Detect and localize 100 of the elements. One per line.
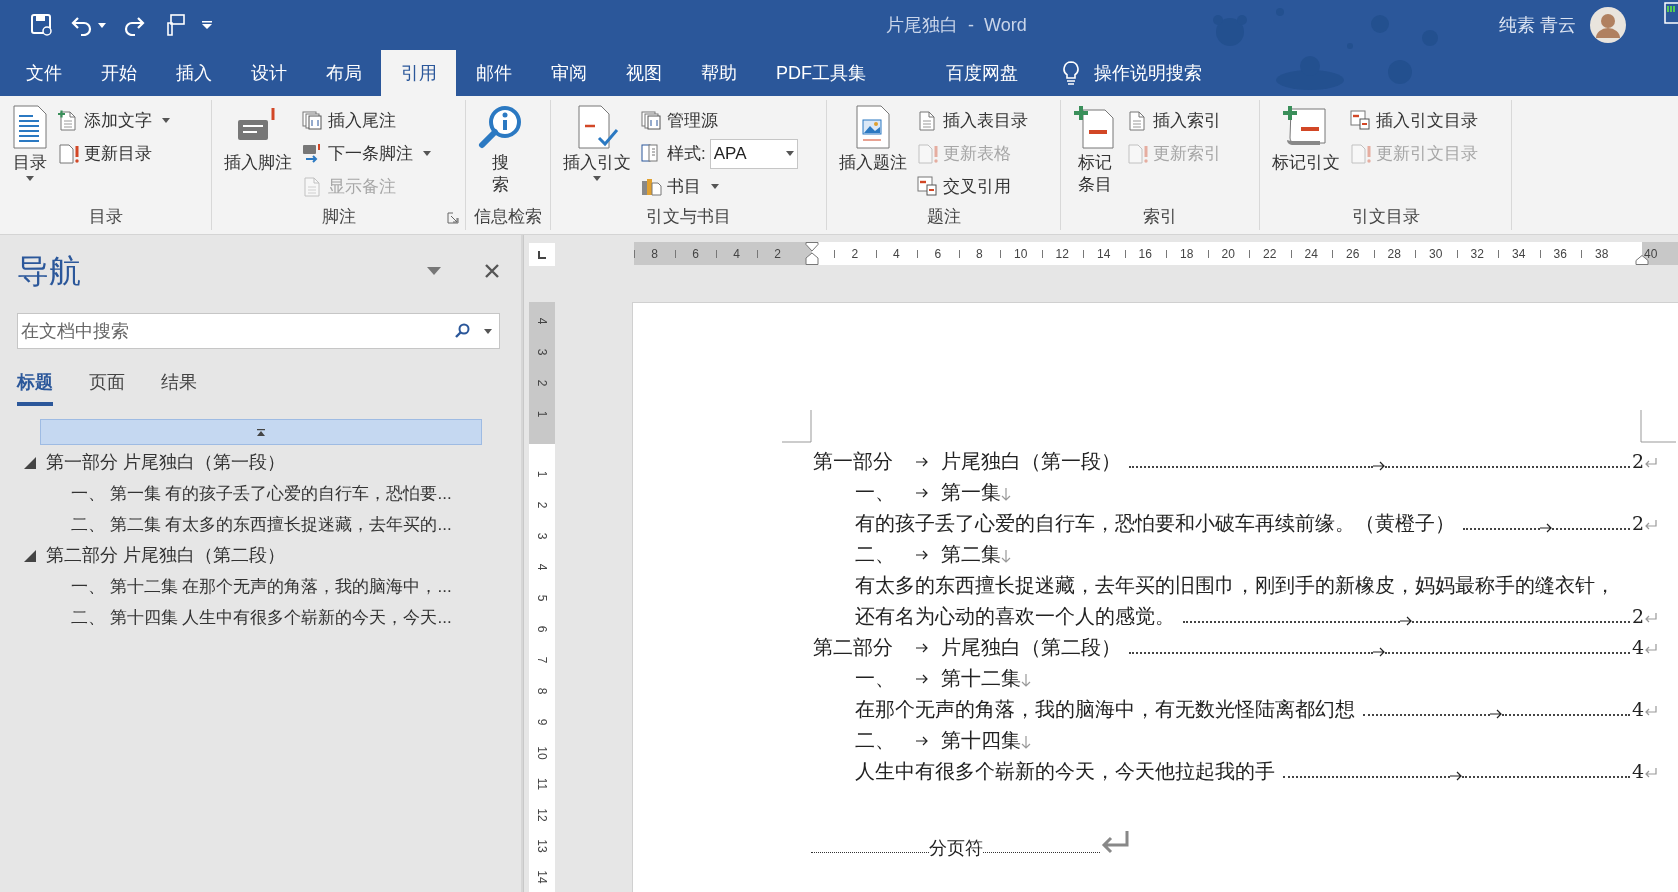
ruler-number: 2 bbox=[774, 245, 781, 263]
avatar[interactable] bbox=[1590, 7, 1626, 43]
save-icon[interactable] bbox=[30, 13, 54, 37]
large-ribbon-button[interactable]: 插入引文 bbox=[561, 104, 633, 181]
tab-mark-icon bbox=[1400, 615, 1413, 627]
ribbon-tab[interactable]: 百度网盘 bbox=[926, 50, 1038, 96]
large-ribbon-button[interactable]: 插入题注 bbox=[837, 104, 909, 174]
large-ribbon-button[interactable]: 目录 bbox=[10, 104, 50, 181]
ribbon-tab[interactable]: 布局 bbox=[306, 50, 381, 96]
ribbon-button[interactable]: 更新目录 bbox=[58, 137, 170, 170]
page-number: 4 bbox=[1631, 697, 1644, 722]
pane-tab[interactable]: 页面 bbox=[89, 369, 125, 406]
toc-heading: 第十四集 bbox=[941, 727, 1021, 754]
toc-heading: 第一集 bbox=[941, 479, 1001, 506]
tell-me-search[interactable]: 操作说明搜索 bbox=[1094, 59, 1202, 87]
page-number: 4 bbox=[1631, 635, 1644, 660]
dropdown-caret-icon[interactable] bbox=[427, 267, 441, 275]
ribbon-tab[interactable]: 插入 bbox=[156, 50, 231, 96]
ruler-number: 3 bbox=[536, 532, 548, 539]
ruler-number: 5 bbox=[536, 594, 548, 601]
ribbon-tab[interactable]: 审阅 bbox=[531, 50, 606, 96]
expand-triangle-icon[interactable] bbox=[24, 549, 36, 562]
ribbon-tab[interactable]: 文件 bbox=[6, 50, 81, 96]
ruler-number: 8 bbox=[651, 245, 658, 263]
toc-number: 二、 bbox=[855, 727, 896, 754]
ruler-number: 12 bbox=[1055, 245, 1069, 263]
ribbon-button[interactable]: 书目 bbox=[641, 170, 798, 203]
toc-entry: 还有名为心动的喜欢一个人的感觉。 bbox=[855, 603, 1175, 630]
heading-item[interactable]: 二、 第二集 有太多的东西擅长捉迷藏，去年买的... bbox=[71, 511, 452, 538]
toc-number: 第一部分 bbox=[813, 448, 894, 475]
large-ribbon-button[interactable]: 标记引文 bbox=[1270, 104, 1342, 174]
ribbon-button[interactable]: 管理源 bbox=[641, 104, 798, 137]
tab-mark-icon bbox=[916, 487, 928, 499]
redo-icon[interactable] bbox=[122, 14, 146, 36]
search-icon[interactable] bbox=[454, 323, 470, 339]
indent-marker-icon[interactable] bbox=[805, 242, 819, 265]
ruler-number: 38 bbox=[1595, 245, 1609, 263]
close-icon[interactable] bbox=[485, 264, 499, 278]
tab-mark-icon bbox=[1450, 770, 1463, 782]
ribbon-button[interactable]: 插入引文目录 bbox=[1350, 104, 1478, 137]
heading-item[interactable]: 一、 第十二集 在那个无声的角落，我的脑海中，... bbox=[71, 573, 452, 600]
ribbon-button[interactable]: 插入表目录 bbox=[917, 104, 1028, 137]
pane-title: 导航 bbox=[17, 252, 81, 291]
ruler-number: 10 bbox=[1014, 245, 1028, 263]
ruler-number: 20 bbox=[1221, 245, 1235, 263]
undo-icon[interactable] bbox=[70, 14, 94, 36]
corner-mark bbox=[782, 410, 812, 443]
heading-item[interactable]: 一、 第一集 有的孩子丢了心爱的自行车，恐怕要... bbox=[71, 480, 452, 507]
ruler-number: 30 bbox=[1429, 245, 1443, 263]
ruler-number: 14 bbox=[536, 869, 548, 884]
paragraph-mark-icon bbox=[1644, 643, 1658, 655]
ribbon-tab[interactable]: 帮助 bbox=[681, 50, 756, 96]
pane-tab[interactable]: 标题 bbox=[17, 369, 53, 406]
heading-item[interactable]: 第二部分 片尾独白（第二段） bbox=[46, 542, 285, 569]
heading-item[interactable]: 第一部分 片尾独白（第一段） bbox=[46, 449, 285, 476]
caret-icon[interactable] bbox=[484, 329, 492, 334]
style-dropdown[interactable]: APA bbox=[709, 138, 798, 169]
ruler-number: 16 bbox=[1138, 245, 1152, 263]
ribbon-tab[interactable]: 视图 bbox=[606, 50, 681, 96]
expand-triangle-icon[interactable] bbox=[24, 456, 36, 469]
tab-mark-icon bbox=[916, 673, 928, 685]
ribbon-button[interactable]: 下一条脚注 bbox=[302, 137, 431, 170]
ruler-number: 1 bbox=[536, 470, 548, 477]
field-label: 样式: bbox=[667, 142, 706, 165]
caret-icon bbox=[593, 176, 601, 181]
large-ribbon-button[interactable]: 标记条目 bbox=[1071, 104, 1119, 196]
ruler-number: 28 bbox=[1387, 245, 1401, 263]
line-break-mark-icon bbox=[1021, 674, 1031, 688]
group-label: 脚注 bbox=[321, 206, 356, 228]
ribbon-tab[interactable]: 邮件 bbox=[456, 50, 531, 96]
ruler-number: 2 bbox=[536, 501, 548, 508]
caret-icon[interactable] bbox=[98, 22, 106, 28]
ribbon-button[interactable]: 添加文字 bbox=[58, 104, 170, 137]
ruler-number: 8 bbox=[975, 245, 983, 263]
toc-heading: 第二集 bbox=[941, 541, 1001, 568]
ruler-number: 4 bbox=[536, 317, 548, 324]
heading-item[interactable]: 二、 第十四集 人生中有很多个崭新的今天，今天... bbox=[71, 604, 452, 631]
ruler-number: 34 bbox=[1512, 245, 1526, 263]
scroll-to-top-icon bbox=[257, 428, 265, 436]
pane-tab[interactable]: 结果 bbox=[161, 369, 197, 406]
ribbon-button[interactable]: 插入尾注 bbox=[302, 104, 431, 137]
large-ribbon-button[interactable]: 搜索 bbox=[476, 104, 526, 196]
customize-caret-icon[interactable] bbox=[202, 21, 212, 29]
ribbon-button[interactable]: 插入索引 bbox=[1127, 104, 1221, 137]
ribbon-tab[interactable]: 开始 bbox=[81, 50, 156, 96]
caret-icon bbox=[162, 118, 170, 123]
tab-selector[interactable] bbox=[529, 243, 555, 266]
ribbon-tab[interactable]: PDF工具集 bbox=[756, 50, 886, 96]
search-field[interactable]: 在文档中搜索 bbox=[17, 313, 500, 349]
ribbon-tab[interactable]: 引用 bbox=[381, 50, 456, 96]
large-ribbon-button[interactable]: 插入脚注 bbox=[222, 104, 294, 174]
ribbon-tab[interactable]: 设计 bbox=[231, 50, 306, 96]
document-minus-icon bbox=[917, 175, 939, 198]
ruler-number: 4 bbox=[536, 563, 548, 570]
ruler-number: 26 bbox=[1346, 245, 1360, 263]
ribbon-button[interactable]: 交叉引用 bbox=[917, 170, 1028, 203]
dialog-launcher-icon[interactable] bbox=[447, 212, 459, 224]
caret-icon bbox=[711, 184, 719, 189]
document-minus-icon bbox=[1350, 109, 1372, 132]
ribbon-display-icon[interactable] bbox=[1664, 2, 1678, 24]
